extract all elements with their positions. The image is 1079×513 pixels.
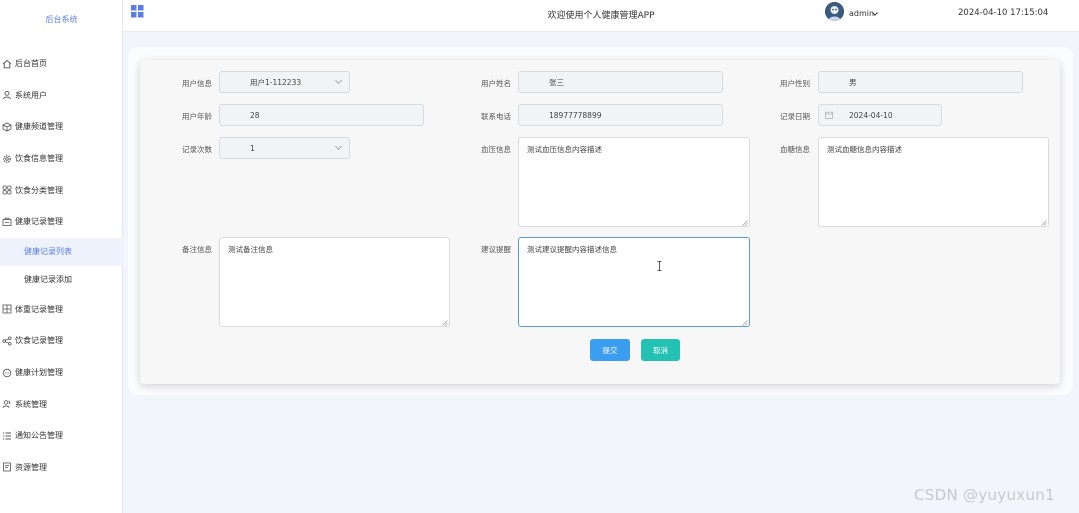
sidebar-subitem-label: 健康记录列表 [24, 247, 72, 257]
chevron-down-icon [334, 76, 343, 85]
suggestion-value: 测试建议提醒内容描述信息 [527, 245, 617, 254]
brand-title: 后台系统 [45, 15, 78, 24]
suggestion-label: 建议提醒 [481, 245, 511, 254]
sidebar-item-label: 资源管理 [15, 462, 47, 472]
resize-handle-icon[interactable] [1041, 219, 1047, 226]
sidebar-item-label: 通知公告管理 [15, 431, 63, 441]
users-icon [2, 399, 12, 409]
avatar[interactable] [825, 2, 844, 21]
record-count-label: 记录次数 [182, 145, 212, 154]
sidebar: 后台系统 后台首页 系统用户 健康频道管理 饮食信息管理 饮食分类管理 健康记录… [0, 0, 123, 513]
sidebar-subitem-label: 健康记录添加 [24, 275, 72, 285]
chevron-down-icon [334, 142, 343, 151]
resize-handle-icon[interactable] [742, 219, 748, 226]
gear-icon [2, 154, 12, 164]
sidebar-item-weight-record[interactable]: 体重记录管理 [0, 294, 123, 326]
remark-value: 测试备注信息 [228, 245, 273, 254]
text-cursor-icon [657, 261, 662, 271]
blood-pressure-value: 测试血压信息内容描述 [527, 145, 602, 154]
sidebar-item-label: 系统管理 [15, 399, 47, 409]
sidebar-item-notice[interactable]: 通知公告管理 [0, 420, 123, 452]
sidebar-item-health-record[interactable]: 健康记录管理 [0, 206, 123, 238]
record-count-select[interactable]: 1 [219, 137, 350, 159]
top-bar: 欢迎使用个人健康管理APP admin 2024-04-10 17:15:04 [123, 0, 1079, 32]
record-icon [2, 217, 12, 227]
resize-handle-icon[interactable] [442, 319, 448, 326]
sidebar-item-label: 健康计划管理 [15, 368, 63, 378]
remark-textarea[interactable]: 测试备注信息 [219, 237, 450, 327]
suggestion-textarea[interactable]: 测试建议提醒内容描述信息 [518, 237, 750, 327]
submit-button[interactable]: 提交 [590, 339, 630, 361]
sidebar-item-label: 健康记录管理 [15, 217, 63, 227]
user-name-value: 张三 [549, 77, 564, 87]
sidebar-item-diet-info[interactable]: 饮食信息管理 [0, 143, 123, 175]
sidebar-item-system-manage[interactable]: 系统管理 [0, 388, 123, 420]
sidebar-item-label: 系统用户 [15, 90, 47, 100]
user-age-value: 28 [250, 110, 260, 120]
user-icon [2, 90, 12, 100]
sidebar-item-label: 饮食记录管理 [15, 336, 63, 346]
sidebar-item-home[interactable]: 后台首页 [0, 48, 123, 80]
user-info-select[interactable]: 用户1-112233 [219, 71, 350, 93]
sidebar-item-diet-category[interactable]: 饮食分类管理 [0, 174, 123, 206]
sidebar-item-resource[interactable]: 资源管理 [0, 452, 123, 484]
sidebar-item-label: 饮食信息管理 [15, 154, 63, 164]
user-gender-field[interactable]: 男 [818, 71, 1023, 93]
sidebar-item-label: 饮食分类管理 [15, 185, 63, 195]
calendar-icon [825, 111, 833, 119]
user-info-label: 用户信息 [182, 79, 212, 88]
page-title: 欢迎使用个人健康管理APP [547, 11, 655, 21]
share-icon [2, 336, 12, 346]
home-icon [2, 59, 12, 69]
remark-label: 备注信息 [182, 245, 212, 254]
user-name-field[interactable]: 张三 [518, 71, 723, 93]
chat-icon [2, 368, 12, 378]
user-info-value: 用户1-112233 [250, 77, 302, 87]
phone-value: 18977778899 [549, 110, 602, 120]
blood-sugar-value: 测试血糖信息内容描述 [827, 145, 902, 154]
sidebar-subitem-record-list[interactable]: 健康记录列表 [0, 237, 123, 266]
watermark: CSDN @yuyuxun1 [914, 486, 1055, 504]
user-name[interactable]: admin [849, 9, 874, 18]
blood-sugar-textarea[interactable]: 测试血糖信息内容描述 [818, 137, 1049, 227]
record-date-label: 记录日期 [780, 112, 810, 121]
record-count-value: 1 [250, 143, 255, 153]
sidebar-item-system-user[interactable]: 系统用户 [0, 80, 123, 112]
cube-icon [2, 122, 12, 132]
sidebar-item-label: 体重记录管理 [15, 304, 63, 314]
record-date-picker[interactable]: 2024-04-10 [818, 104, 942, 126]
sidebar-item-diet-record[interactable]: 饮食记录管理 [0, 325, 123, 357]
sidebar-item-health-plan[interactable]: 健康计划管理 [0, 357, 123, 389]
datetime: 2024-04-10 17:15:04 [958, 8, 1049, 18]
doc-icon [2, 462, 12, 472]
blood-sugar-label: 血糖信息 [780, 145, 810, 154]
user-gender-label: 用户性别 [780, 79, 810, 88]
sidebar-item-label: 健康频道管理 [15, 122, 63, 132]
grid-icon [2, 185, 12, 195]
record-date-value: 2024-04-10 [849, 110, 893, 120]
list-icon [2, 431, 12, 441]
phone-label: 联系电话 [481, 112, 511, 121]
user-gender-value: 男 [849, 77, 857, 87]
sidebar-menu: 后台首页 系统用户 健康频道管理 饮食信息管理 饮食分类管理 健康记录管理 健康… [0, 48, 123, 483]
blood-pressure-textarea[interactable]: 测试血压信息内容描述 [518, 137, 750, 227]
user-name-label: 用户姓名 [481, 79, 511, 88]
resize-handle-icon[interactable] [742, 319, 748, 326]
cancel-button[interactable]: 取消 [641, 339, 680, 361]
phone-field[interactable]: 18977778899 [518, 104, 723, 126]
sidebar-item-health-channel[interactable]: 健康频道管理 [0, 111, 123, 143]
user-age-label: 用户年龄 [182, 112, 212, 121]
sidebar-subitem-record-add[interactable]: 健康记录添加 [0, 266, 123, 294]
user-age-field[interactable]: 28 [219, 104, 424, 126]
sidebar-item-label: 后台首页 [15, 59, 47, 69]
columns-icon [2, 304, 12, 314]
blood-pressure-label: 血压信息 [481, 145, 511, 154]
chevron-down-icon[interactable] [872, 10, 878, 16]
